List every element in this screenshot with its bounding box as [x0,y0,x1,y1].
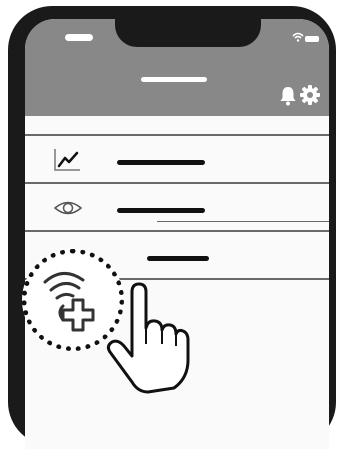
list-item-label [147,256,209,261]
battery-icon [305,36,319,42]
app-header [25,19,329,116]
gear-icon[interactable] [300,85,320,105]
divider [157,221,329,222]
wifi-icon [292,32,304,42]
list-item-label [117,160,205,165]
status-bar-indicator [65,34,93,41]
pointing-hand-icon [106,282,190,394]
list-spacer [25,116,329,136]
phone-notch [115,19,261,47]
list-item-view[interactable] [25,184,329,232]
list-item-trend[interactable] [25,136,329,184]
list-item-label [117,208,205,213]
page-title [141,77,207,82]
bell-icon[interactable] [279,86,297,106]
trend-chart-icon [54,149,80,171]
eye-icon [53,201,83,215]
